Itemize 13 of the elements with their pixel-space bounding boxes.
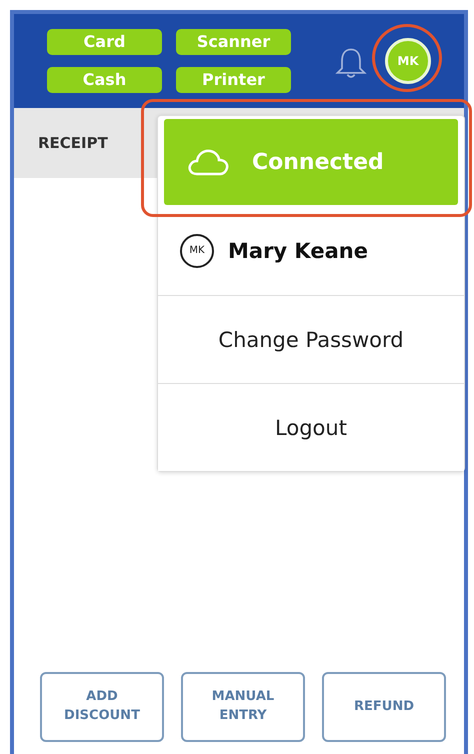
action-button[interactable]: REFUND xyxy=(322,672,446,742)
menu-item[interactable]: Logout xyxy=(158,383,464,471)
status-chip: Printer xyxy=(176,67,291,93)
user-name: Mary Keane xyxy=(228,239,368,263)
status-chip: Cash xyxy=(47,67,162,93)
action-button[interactable]: ADD DISCOUNT xyxy=(40,672,164,742)
cloud-icon xyxy=(186,147,230,177)
menu-item[interactable]: Change Password xyxy=(158,295,464,383)
status-chip: Scanner xyxy=(176,29,291,55)
tab[interactable]: RECEIPT xyxy=(38,134,108,152)
user-avatar: MK xyxy=(180,234,214,268)
status-chip: Card xyxy=(47,29,162,55)
action-button[interactable]: MANUAL ENTRY xyxy=(181,672,305,742)
